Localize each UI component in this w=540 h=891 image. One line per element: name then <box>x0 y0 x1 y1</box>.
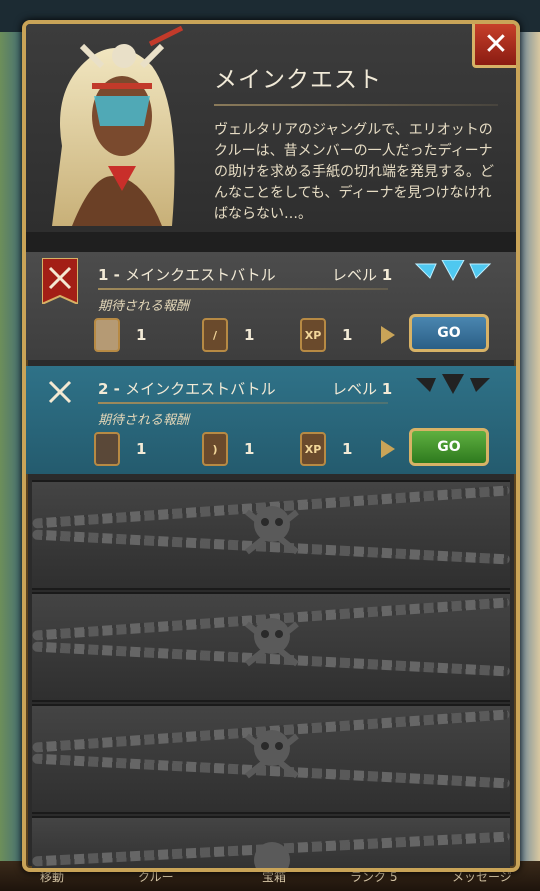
quest-level: レベル 1 <box>332 378 392 399</box>
reward-qty: 1 <box>342 326 353 344</box>
skull-lock-icon <box>245 618 299 667</box>
reward-qty: 1 <box>244 326 255 344</box>
level-value: 1 <box>381 380 393 398</box>
reward-qty: 1 <box>136 440 147 458</box>
spear-icon: / <box>202 318 228 352</box>
level-label: レベル <box>332 380 378 398</box>
quest-description: ヴェルタリアのジャングルで、エリオットのクルーは、昔メンバーの一人だったディーナ… <box>214 122 494 222</box>
level-value: 1 <box>381 266 393 284</box>
reward-label: 期待される報酬 <box>98 413 190 428</box>
header-separator <box>26 232 516 252</box>
reward-item: XP 1 <box>300 432 352 466</box>
level-label: レベル <box>332 266 378 284</box>
locked-quest-row <box>32 816 510 868</box>
skull-lock-icon <box>245 506 299 555</box>
chevron-right-icon <box>381 326 395 344</box>
quest-row-1: 1 - メインクエストバトル レベル 1 期待される報酬 1 / 1 XP 1 … <box>26 252 516 360</box>
reward-qty: 1 <box>244 440 255 458</box>
quest-row-2: 2 - メインクエストバトル レベル 1 期待される報酬 1 ) 1 XP 1 … <box>26 366 516 474</box>
locked-quest-row <box>32 592 510 702</box>
quest-number: 1 - <box>98 266 120 284</box>
xp-icon: XP <box>300 432 326 466</box>
quest-title: メインクエストバトル <box>125 266 276 284</box>
reward-item: / 1 <box>202 318 254 352</box>
close-button[interactable]: ✕ <box>472 24 516 68</box>
quest-level: レベル 1 <box>332 264 392 285</box>
reward-item: 1 <box>94 432 146 466</box>
reward-qty: 1 <box>342 440 353 458</box>
skull-lock-icon <box>254 842 290 868</box>
skull-lock-icon <box>245 730 299 779</box>
go-button[interactable]: GO <box>409 314 489 352</box>
card-portrait-icon <box>94 318 120 352</box>
locked-quest-row <box>32 704 510 814</box>
page-title: メインクエスト <box>214 67 382 93</box>
quest-rule <box>98 288 388 290</box>
go-button[interactable]: GO <box>409 428 489 466</box>
xp-icon: XP <box>300 318 326 352</box>
chevron-right-icon <box>381 440 395 458</box>
difficulty-gems-empty-icon <box>416 374 490 394</box>
nav-rank-label: ランク <box>350 870 387 884</box>
main-quest-modal: ✕ メインクエスト ヴェルタリアのジャングルで、エリオットのクルーは、昔メンバー… <box>22 20 520 872</box>
crossed-swords-icon <box>48 380 72 404</box>
card-portrait-icon <box>94 432 120 466</box>
crossed-swords-banner-icon <box>42 258 78 304</box>
reward-label: 期待される報酬 <box>98 299 190 314</box>
quest-name: 2 - メインクエストバトル <box>98 378 276 399</box>
reward-qty: 1 <box>136 326 147 344</box>
character-portrait <box>52 26 184 226</box>
quest-title: メインクエストバトル <box>125 380 276 398</box>
quest-name: 1 - メインクエストバトル <box>98 264 276 285</box>
title-divider <box>214 104 498 106</box>
scimitar-icon: ) <box>202 432 228 466</box>
reward-item: XP 1 <box>300 318 352 352</box>
quest-rule <box>98 402 388 404</box>
reward-item: ) 1 <box>202 432 254 466</box>
quest-number: 2 - <box>98 380 120 398</box>
reward-item: 1 <box>94 318 146 352</box>
nav-rank-number: 5 <box>389 870 398 884</box>
difficulty-gems-icon <box>414 260 492 282</box>
quest-header: メインクエスト ヴェルタリアのジャングルで、エリオットのクルーは、昔メンバーの一… <box>26 24 516 232</box>
locked-quest-row <box>32 480 510 590</box>
